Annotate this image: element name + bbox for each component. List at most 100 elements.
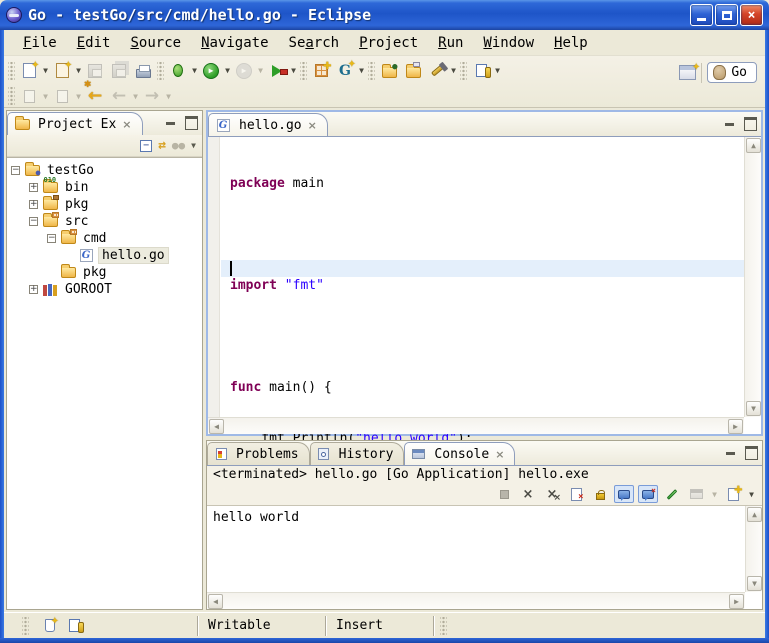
close-button[interactable]: × — [740, 4, 763, 26]
menu-window[interactable]: Window — [474, 32, 543, 54]
maximize-view-icon[interactable] — [743, 116, 757, 128]
scroll-up-icon[interactable]: ▲ — [747, 507, 762, 522]
minimize-button[interactable] — [690, 4, 713, 26]
remove-launch-icon[interactable]: × — [518, 485, 538, 503]
show-stderr-icon[interactable]: × — [638, 485, 658, 503]
scroll-left-icon[interactable]: ◀ — [209, 419, 224, 434]
new-go-element-dropdown[interactable]: ▼ — [357, 60, 366, 82]
menu-help[interactable]: Help — [545, 32, 597, 54]
filters-icon[interactable]: ●● — [172, 139, 185, 152]
menu-search[interactable]: Search — [280, 32, 349, 54]
view-menu-icon[interactable]: ▼ — [191, 141, 196, 150]
minimize-view-icon[interactable] — [723, 116, 737, 128]
editor-tab-hello-go[interactable]: G hello.go × — [208, 113, 328, 136]
console-tab[interactable]: Console × — [404, 442, 515, 465]
close-icon[interactable]: × — [495, 448, 504, 461]
tree-item-pkg[interactable]: + pkg — [7, 196, 202, 213]
expand-toggle-icon[interactable]: + — [29, 285, 38, 294]
scroll-left-icon[interactable]: ◀ — [208, 594, 223, 609]
perspective-go-button[interactable]: Go — [707, 62, 757, 83]
scroll-right-icon[interactable]: ▶ — [729, 594, 744, 609]
toggle-trim-icon[interactable] — [69, 619, 80, 632]
export-icon[interactable] — [402, 60, 424, 82]
next-annotation-icon[interactable] — [18, 85, 40, 107]
collapse-toggle-icon[interactable]: − — [11, 166, 20, 175]
debug-icon[interactable] — [167, 60, 189, 82]
search-dropdown[interactable]: ▼ — [449, 60, 458, 82]
tree-item-goroot[interactable]: + GOROOT — [7, 281, 202, 298]
maximize-view-icon[interactable] — [744, 445, 758, 457]
minimize-view-icon[interactable] — [724, 445, 738, 457]
console-horizontal-scrollbar[interactable]: ◀ ▶ — [207, 592, 745, 609]
history-tab[interactable]: History — [310, 442, 405, 465]
scroll-down-icon[interactable]: ▼ — [747, 576, 762, 591]
search-icon[interactable] — [426, 60, 448, 82]
save-icon[interactable] — [84, 60, 106, 82]
print-icon[interactable] — [132, 60, 154, 82]
remove-all-launches-icon[interactable]: × — [542, 485, 562, 503]
minimize-view-icon[interactable] — [164, 115, 178, 127]
menu-edit[interactable]: Edit — [68, 32, 120, 54]
link-with-editor-icon[interactable]: ⇄ — [158, 138, 166, 153]
close-icon[interactable]: × — [122, 118, 131, 131]
new-go-element-icon[interactable]: G✦ — [334, 60, 356, 82]
open-perspective-icon[interactable]: ✦ — [679, 65, 696, 80]
tree-item-pkg-src[interactable]: pkg — [7, 264, 202, 281]
console-body[interactable]: hello world ▲ ▼ ◀ ▶ — [207, 505, 762, 609]
show-stdout-icon[interactable] — [614, 485, 634, 503]
tree-item-src[interactable]: − src — [7, 213, 202, 230]
problems-tab[interactable]: Problems — [207, 442, 310, 465]
expand-toggle-icon[interactable]: + — [29, 183, 38, 192]
maximize-view-icon[interactable] — [184, 115, 198, 127]
forward-icon[interactable]: → — [141, 85, 163, 107]
editor-horizontal-scrollbar[interactable]: ◀ ▶ — [208, 417, 744, 434]
import-icon[interactable]: ● — [378, 60, 400, 82]
profile-icon[interactable]: ▶ — [233, 60, 255, 82]
expand-toggle-icon[interactable]: + — [29, 200, 38, 209]
new-go-file-icon[interactable]: ✦ — [51, 60, 73, 82]
toggle-trim-dropdown[interactable]: ▼ — [493, 60, 502, 82]
new-wizard-dropdown[interactable]: ▼ — [41, 60, 50, 82]
console-vertical-scrollbar[interactable]: ▲ ▼ — [745, 506, 762, 592]
new-go-file-dropdown[interactable]: ▼ — [74, 60, 83, 82]
open-console-icon[interactable]: ✚ — [723, 485, 743, 503]
collapse-toggle-icon[interactable]: − — [47, 234, 56, 243]
menu-project[interactable]: Project — [350, 32, 427, 54]
toggle-trim-icon[interactable] — [470, 60, 492, 82]
tree-item-hello-go[interactable]: G hello.go — [7, 247, 202, 264]
project-explorer-tab[interactable]: Project Ex × — [7, 112, 143, 135]
collapse-all-icon[interactable]: − — [140, 140, 152, 152]
save-all-icon[interactable] — [108, 60, 130, 82]
clear-console-icon[interactable]: × — [566, 485, 586, 503]
tree-item-testgo[interactable]: − ● testGo — [7, 162, 202, 179]
open-console-dropdown[interactable]: ▼ — [747, 483, 756, 505]
debug-dropdown[interactable]: ▼ — [190, 60, 199, 82]
menu-run[interactable]: Run — [429, 32, 472, 54]
tree-item-cmd[interactable]: − cmd — [7, 230, 202, 247]
run-icon[interactable]: ▶ — [200, 60, 222, 82]
menu-source[interactable]: Source — [121, 32, 190, 54]
scroll-right-icon[interactable]: ▶ — [728, 419, 743, 434]
pin-console-icon[interactable] — [662, 485, 682, 503]
external-tools-dropdown[interactable]: ▼ — [289, 60, 298, 82]
maximize-button[interactable] — [715, 4, 738, 26]
close-icon[interactable]: × — [308, 119, 317, 132]
scroll-lock-icon[interactable] — [590, 485, 610, 503]
editor-vertical-scrollbar[interactable]: ▲ ▼ — [744, 137, 761, 417]
menu-navigate[interactable]: Navigate — [192, 32, 277, 54]
scroll-down-icon[interactable]: ▼ — [746, 401, 761, 416]
fast-view-icon[interactable]: ✦ — [45, 619, 55, 632]
run-dropdown[interactable]: ▼ — [223, 60, 232, 82]
scroll-up-icon[interactable]: ▲ — [746, 138, 761, 153]
external-tools-icon[interactable] — [266, 60, 288, 82]
previous-annotation-icon[interactable] — [51, 85, 73, 107]
back-icon[interactable]: ← — [108, 85, 130, 107]
collapse-toggle-icon[interactable]: − — [29, 217, 38, 226]
menu-file[interactable]: File — [14, 32, 66, 54]
new-wizard-icon[interactable]: ✦ — [18, 60, 40, 82]
code-content[interactable]: package main import "fmt" func main() { … — [221, 137, 744, 417]
tree-item-bin[interactable]: + 010 bin — [7, 179, 202, 196]
editor-body[interactable]: package main import "fmt" func main() { … — [208, 136, 761, 434]
last-edit-location-icon[interactable]: ←✱ — [84, 85, 106, 107]
new-go-project-icon[interactable]: ✚ — [310, 60, 332, 82]
